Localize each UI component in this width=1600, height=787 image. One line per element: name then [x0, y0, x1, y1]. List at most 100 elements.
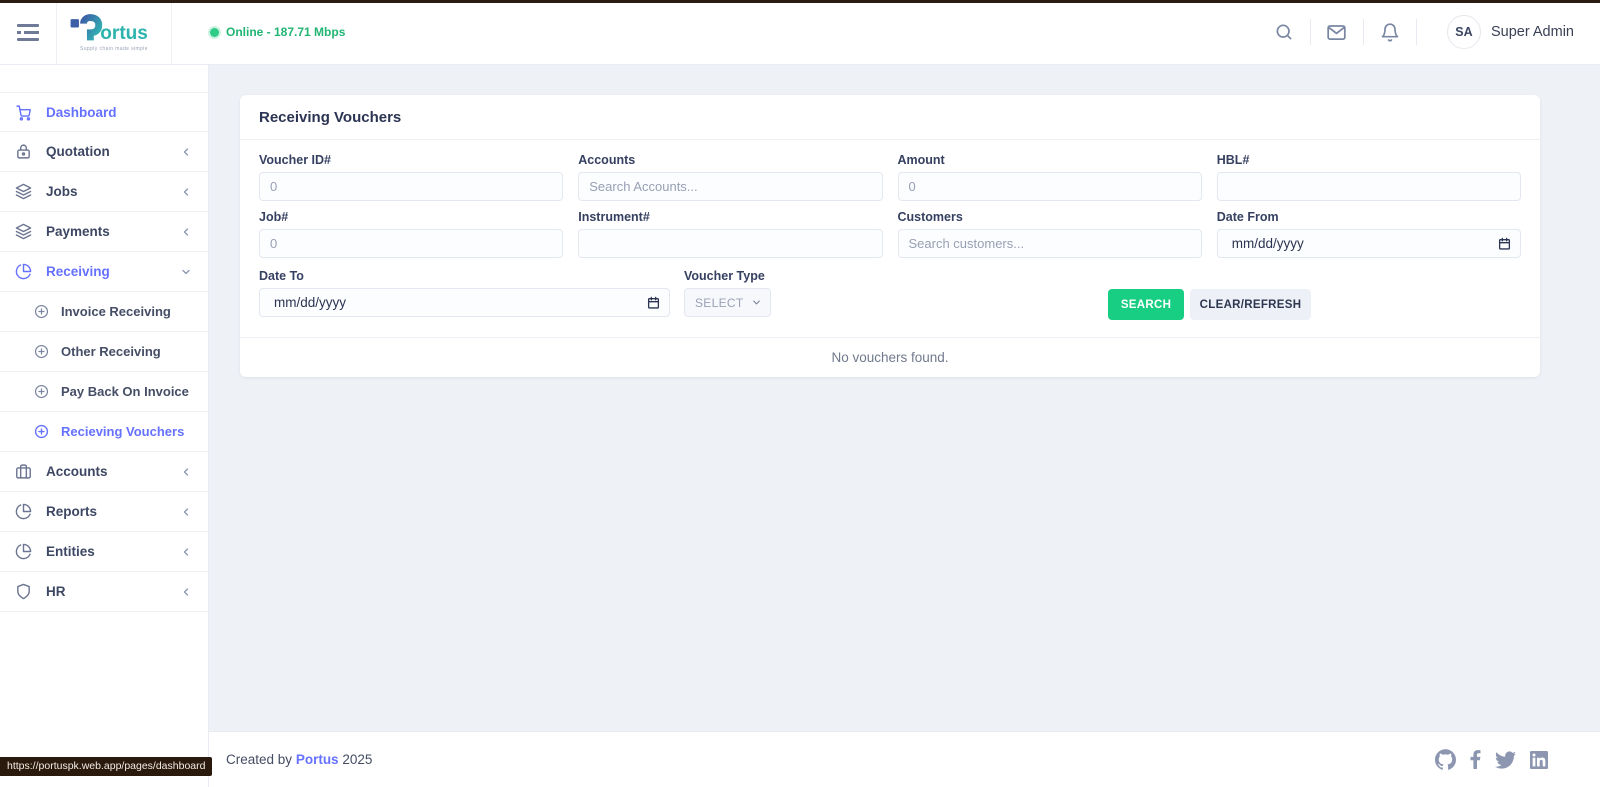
voucher-id-input[interactable]	[259, 172, 563, 201]
user-name[interactable]: Super Admin	[1491, 24, 1574, 40]
chevron-left-icon	[180, 546, 192, 558]
sidebar-item-payments[interactable]: Payments	[0, 212, 208, 252]
sidebar-item-label: Invoice Receiving	[61, 304, 171, 319]
bell-icon[interactable]	[1378, 22, 1402, 43]
field-customers: Customers	[898, 210, 1202, 258]
sidebar-item-quotation[interactable]: Quotation	[0, 132, 208, 172]
sidebar-item-pay-back-on-invoice[interactable]: Pay Back On Invoice	[0, 372, 208, 412]
app-header: ortus Supply chain made simple Online - …	[0, 0, 1600, 65]
sidebar-item-entities[interactable]: Entities	[0, 532, 208, 572]
sidebar-item-invoice-receiving[interactable]: Invoice Receiving	[0, 292, 208, 332]
plus-circle-icon	[34, 304, 49, 319]
field-voucher-type: Voucher Type SELECT	[684, 269, 771, 317]
app-footer: Created by Portus 2025	[209, 731, 1600, 787]
sidebar-item-label: Quotation	[46, 144, 110, 159]
social-links	[1435, 749, 1548, 770]
plus-circle-icon	[34, 384, 49, 399]
amount-input[interactable]	[898, 172, 1202, 201]
sidebar-item-other-receiving[interactable]: Other Receiving	[0, 332, 208, 372]
twitter-icon[interactable]	[1495, 751, 1516, 769]
linkedin-icon[interactable]	[1530, 751, 1548, 769]
briefcase-icon	[15, 463, 32, 480]
search-icon[interactable]	[1272, 22, 1296, 42]
customers-label: Customers	[898, 210, 1202, 224]
sidebar-item-label: Accounts	[46, 464, 108, 479]
sidebar-item-reports[interactable]: Reports	[0, 492, 208, 532]
svg-text:ortus: ortus	[100, 22, 148, 43]
pie-chart-icon	[15, 503, 32, 520]
pie-chart-icon	[15, 263, 32, 280]
sidebar-item-recieving-vouchers[interactable]: Recieving Vouchers	[0, 412, 208, 452]
sidebar-item-label: Other Receiving	[61, 344, 161, 359]
date-from-input[interactable]: mm/dd/yyyy	[1217, 229, 1521, 258]
footer-credit: Created by Portus 2025	[226, 752, 372, 767]
voucher-id-label: Voucher ID#	[259, 153, 563, 167]
shield-icon	[15, 583, 32, 600]
sidebar-item-label: Dashboard	[46, 105, 117, 120]
field-date-from: Date From mm/dd/yyyy	[1217, 210, 1521, 258]
field-date-to: Date To mm/dd/yyyy	[259, 269, 670, 317]
facebook-icon[interactable]	[1470, 750, 1481, 769]
hbl-input[interactable]	[1217, 172, 1521, 201]
statusbar-url: https://portuspk.web.app/pages/dashboard	[0, 757, 212, 776]
chevron-down-icon	[180, 266, 192, 278]
date-from-label: Date From	[1217, 210, 1521, 224]
sidebar-item-receiving[interactable]: Receiving	[0, 252, 208, 292]
sidebar-item-label: Reports	[46, 504, 97, 519]
logo-tagline: Supply chain made simple	[80, 46, 148, 52]
instrument-input[interactable]	[578, 229, 882, 258]
clear-refresh-button[interactable]: CLEAR/REFRESH	[1190, 289, 1311, 320]
card-header: Receiving Vouchers	[240, 95, 1540, 140]
voucher-filter-form: Voucher ID# Accounts Amount HBL# Job#	[240, 140, 1540, 324]
field-accounts: Accounts	[578, 153, 882, 201]
hamburger-menu-icon	[17, 24, 39, 41]
chevron-down-icon	[751, 297, 762, 308]
user-avatar[interactable]: SA	[1447, 15, 1481, 49]
plus-circle-icon	[34, 424, 49, 439]
brand-logo[interactable]: ortus Supply chain made simple	[57, 0, 172, 64]
connection-status: Online - 187.71 Mbps	[210, 25, 345, 39]
sidebar-item-hr[interactable]: HR	[0, 572, 208, 612]
instrument-label: Instrument#	[578, 210, 882, 224]
page-title: Receiving Vouchers	[259, 109, 401, 126]
date-to-label: Date To	[259, 269, 670, 283]
customers-search-input[interactable]	[898, 229, 1202, 258]
mail-icon[interactable]	[1325, 22, 1349, 43]
date-to-input[interactable]: mm/dd/yyyy	[259, 288, 670, 317]
online-status-text: Online - 187.71 Mbps	[226, 25, 345, 39]
voucher-type-select[interactable]: SELECT	[684, 288, 771, 317]
empty-results-message: No vouchers found.	[240, 337, 1540, 377]
voucher-type-label: Voucher Type	[684, 269, 771, 283]
sidebar-item-label: Recieving Vouchers	[61, 424, 184, 439]
sidebar-item-accounts[interactable]: Accounts	[0, 452, 208, 492]
sidebar-item-label: Receiving	[46, 264, 110, 279]
portus-logo-icon: ortus	[68, 13, 160, 45]
sidebar-toggle-button[interactable]	[0, 0, 57, 64]
lock-icon	[15, 143, 32, 160]
chevron-left-icon	[180, 146, 192, 158]
accounts-search-input[interactable]	[578, 172, 882, 201]
chevron-left-icon	[180, 506, 192, 518]
layers-icon	[15, 223, 32, 240]
field-amount: Amount	[898, 153, 1202, 201]
receiving-vouchers-card: Receiving Vouchers Voucher ID# Accounts …	[240, 95, 1540, 377]
sidebar-item-label: HR	[46, 584, 66, 599]
sidebar-item-jobs[interactable]: Jobs	[0, 172, 208, 212]
calendar-icon[interactable]	[647, 296, 660, 309]
job-input[interactable]	[259, 229, 563, 258]
calendar-icon[interactable]	[1498, 237, 1511, 250]
footer-brand-link[interactable]: Portus	[296, 752, 339, 767]
sidebar-item-label: Payments	[46, 224, 110, 239]
sidebar-item-dashboard[interactable]: Dashboard	[0, 92, 208, 132]
online-status-dot-icon	[210, 28, 219, 37]
search-button[interactable]: SEARCH	[1108, 289, 1184, 320]
amount-label: Amount	[898, 153, 1202, 167]
field-hbl: HBL#	[1217, 153, 1521, 201]
field-job: Job#	[259, 210, 563, 258]
cart-icon	[15, 104, 32, 121]
github-icon[interactable]	[1435, 749, 1456, 770]
hbl-label: HBL#	[1217, 153, 1521, 167]
sidebar-item-label: Jobs	[46, 184, 78, 199]
sidebar-item-label: Entities	[46, 544, 95, 559]
accounts-label: Accounts	[578, 153, 882, 167]
